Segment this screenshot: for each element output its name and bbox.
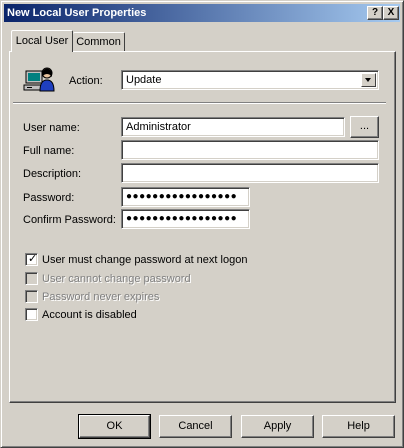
action-dropdown-value: Update [126,74,162,86]
close-button[interactable]: X [383,6,399,20]
separator [13,102,386,104]
description-label: Description: [23,168,82,180]
must-change-password-label[interactable]: User must change password at next logon [42,253,247,267]
user-name-field[interactable]: Administrator [121,117,345,137]
description-field[interactable] [121,163,379,183]
password-never-expires-label: Password never expires [42,291,160,303]
account-disabled-label[interactable]: Account is disabled [42,308,137,322]
properties-dialog: New Local User Properties ? X Local User… [0,0,404,448]
action-dropdown[interactable]: Update [121,70,379,90]
full-name-field[interactable] [121,140,379,160]
password-never-expires-checkbox [25,290,38,303]
password-label: Password: [23,192,75,204]
action-label: Action: [69,75,103,87]
user-computer-icon [23,63,55,95]
must-change-password-checkbox[interactable]: ✓ [25,253,38,266]
account-disabled-checkbox[interactable] [25,308,38,321]
cannot-change-password-label: User cannot change password [42,273,191,285]
help-title-button[interactable]: ? [367,6,383,20]
user-name-label: User name: [23,122,80,134]
window-title: New Local User Properties [7,7,147,19]
ok-button[interactable]: OK [78,414,151,439]
chevron-down-icon[interactable] [361,73,376,87]
checkmark-icon: ✓ [28,253,38,265]
tab-local-user[interactable]: Local User [11,30,73,52]
cancel-button[interactable]: Cancel [159,415,232,438]
cannot-change-password-checkbox [25,272,38,285]
apply-button[interactable]: Apply [241,415,314,438]
full-name-label: Full name: [23,145,75,157]
confirm-password-field[interactable]: ●●●●●●●●●●●●●●●●● [121,209,250,229]
title-bar[interactable]: New Local User Properties ? X [4,4,400,22]
browse-user-button[interactable]: ... [350,116,379,138]
help-button[interactable]: Help [322,415,395,438]
confirm-password-label: Confirm Password: [23,214,116,226]
password-field[interactable]: ●●●●●●●●●●●●●●●●● [121,187,250,207]
tab-common[interactable]: Common [73,32,125,52]
